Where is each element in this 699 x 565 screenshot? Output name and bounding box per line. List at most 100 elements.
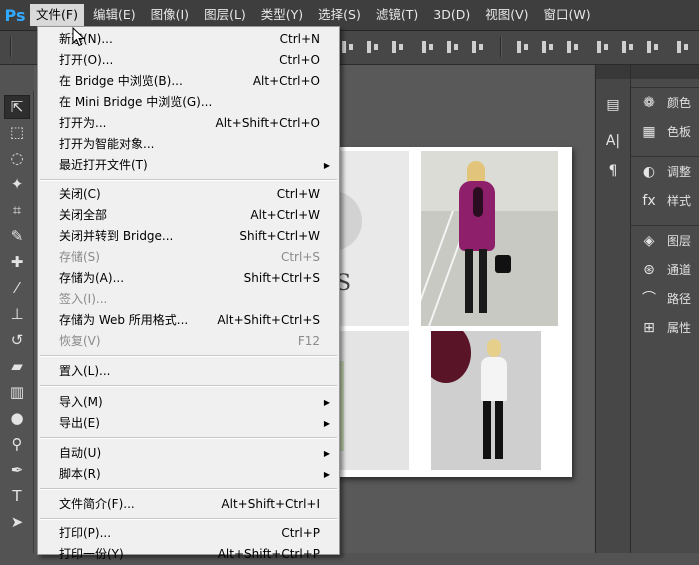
menu-item-label: 恢复(V) xyxy=(59,334,101,348)
menu-item-place[interactable]: 置入(L)... xyxy=(38,361,339,382)
menu-item-shortcut: Ctrl+N xyxy=(279,32,320,46)
menu-item-automate[interactable]: 自动(U) ▶ xyxy=(38,443,339,464)
menu-image[interactable]: 图像(I) xyxy=(145,4,195,26)
menu-item-import[interactable]: 导入(M) ▶ xyxy=(38,392,339,413)
menu-item-shortcut: Alt+Ctrl+W xyxy=(250,208,320,222)
menu-item-shortcut: Alt+Shift+Ctrl+S xyxy=(217,313,320,327)
menu-item-open-as[interactable]: 打开为... Alt+Shift+Ctrl+O xyxy=(38,113,339,134)
eraser-tool-icon[interactable]: ▰ xyxy=(5,355,29,377)
menu-separator xyxy=(40,355,337,357)
history-panel-icon[interactable]: ▤ xyxy=(603,95,623,115)
menu-item-label: 关闭(C) xyxy=(59,187,101,201)
menu-item-save-for-web[interactable]: 存储为 Web 所用格式... Alt+Shift+Ctrl+S xyxy=(38,310,339,331)
panel-color[interactable]: ❁ 颜色 xyxy=(631,88,699,117)
submenu-arrow-icon: ▶ xyxy=(323,161,330,170)
menu-separator xyxy=(40,179,337,181)
pen-tool-icon[interactable]: ✒ xyxy=(5,459,29,481)
distribute-bottom-icon[interactable] xyxy=(565,38,581,56)
type-tool-icon[interactable]: T xyxy=(5,485,29,507)
align-top-icon[interactable] xyxy=(340,38,356,56)
menu-item-shortcut: F12 xyxy=(297,334,320,348)
menu-select[interactable]: 选择(S) xyxy=(312,4,367,26)
move-tool-icon[interactable]: ⇱ xyxy=(4,95,30,119)
panel-styles[interactable]: fx 样式 xyxy=(631,186,699,215)
panel-layers[interactable]: ◈ 图层 xyxy=(631,226,699,255)
menu-3d[interactable]: 3D(D) xyxy=(427,4,476,26)
panel-swatches[interactable]: ▦ 色板 xyxy=(631,117,699,146)
menu-item-close-go-bridge[interactable]: 关闭并转到 Bridge... Shift+Ctrl+W xyxy=(38,226,339,247)
panel-styles-label: 样式 xyxy=(667,194,692,208)
menu-item-shortcut: Alt+Shift+Ctrl+O xyxy=(215,116,320,130)
paragraph-panel-icon[interactable]: ¶ xyxy=(603,161,623,181)
photo-top-right xyxy=(421,151,558,326)
document-canvas[interactable]: S xyxy=(322,147,572,477)
menu-item-revert: 恢复(V) F12 xyxy=(38,331,339,352)
menu-view[interactable]: 视图(V) xyxy=(479,4,534,26)
menu-item-scripts[interactable]: 脚本(R) ▶ xyxy=(38,464,339,485)
blur-tool-icon[interactable]: ● xyxy=(5,407,29,429)
options-grip-icon xyxy=(10,37,12,57)
menu-item-shortcut: Shift+Ctrl+W xyxy=(239,229,320,243)
channels-icon: ⊛ xyxy=(643,261,655,278)
menu-layer[interactable]: 图层(L) xyxy=(198,4,252,26)
crop-tool-icon[interactable]: ⌗ xyxy=(5,199,29,221)
distribute-top-icon[interactable] xyxy=(515,38,531,56)
menu-edit[interactable]: 编辑(E) xyxy=(87,4,142,26)
menu-item-print-one-copy[interactable]: 打印一份(Y) Alt+Shift+Ctrl+P xyxy=(38,544,339,565)
menu-item-close-all[interactable]: 关闭全部 Alt+Ctrl+W xyxy=(38,205,339,226)
menu-item-browse-mini-bridge[interactable]: 在 Mini Bridge 中浏览(G)... xyxy=(38,92,339,113)
menu-item-label: 打开为智能对象... xyxy=(59,137,155,151)
menu-file[interactable]: 文件(F) xyxy=(30,4,84,26)
properties-icon: ⊞ xyxy=(643,319,655,336)
menu-item-browse-bridge[interactable]: 在 Bridge 中浏览(B)... Alt+Ctrl+O xyxy=(38,71,339,92)
auto-align-icon[interactable] xyxy=(675,38,691,56)
menu-item-print[interactable]: 打印(P)... Ctrl+P xyxy=(38,523,339,544)
panel-adjustments[interactable]: ◐ 调整 xyxy=(631,157,699,186)
clone-stamp-tool-icon[interactable]: ⊥ xyxy=(5,303,29,325)
menu-item-shortcut: Ctrl+P xyxy=(281,526,320,540)
healing-brush-tool-icon[interactable]: ✚ xyxy=(5,251,29,273)
align-right-icon[interactable] xyxy=(470,38,486,56)
path-selection-tool-icon[interactable]: ➤ xyxy=(5,511,29,533)
panel-properties[interactable]: ⊞ 属性 xyxy=(631,313,699,342)
align-bottom-icon[interactable] xyxy=(390,38,406,56)
history-brush-tool-icon[interactable]: ↺ xyxy=(5,329,29,351)
lasso-tool-icon[interactable]: ◌ xyxy=(5,147,29,169)
magic-wand-tool-icon[interactable]: ✦ xyxy=(5,173,29,195)
submenu-arrow-icon: ▶ xyxy=(323,419,330,428)
panel-paths[interactable]: ⌒ 路径 xyxy=(631,284,699,313)
menu-item-label: 关闭并转到 Bridge... xyxy=(59,229,174,243)
menu-item-open-smart-object[interactable]: 打开为智能对象... xyxy=(38,134,339,155)
marquee-tool-icon[interactable]: ⬚ xyxy=(5,121,29,143)
menu-item-label: 导入(M) xyxy=(59,395,103,409)
eyedropper-tool-icon[interactable]: ✎ xyxy=(5,225,29,247)
align-left-icon[interactable] xyxy=(420,38,436,56)
submenu-arrow-icon: ▶ xyxy=(323,449,330,458)
menu-item-close[interactable]: 关闭(C) Ctrl+W xyxy=(38,184,339,205)
panel-swatches-label: 色板 xyxy=(667,125,692,139)
panel-channels[interactable]: ⊛ 通道 xyxy=(631,255,699,284)
dodge-tool-icon[interactable]: ⚲ xyxy=(5,433,29,455)
palette-icon: ❁ xyxy=(643,94,655,111)
distribute-left-icon[interactable] xyxy=(595,38,611,56)
menu-filter[interactable]: 滤镜(T) xyxy=(370,4,424,26)
swatches-icon: ▦ xyxy=(642,123,656,140)
gradient-tool-icon[interactable]: ▥ xyxy=(5,381,29,403)
align-vcenter-icon[interactable] xyxy=(365,38,381,56)
distribute-hcenter-icon[interactable] xyxy=(620,38,636,56)
align-hcenter-icon[interactable] xyxy=(445,38,461,56)
brush-tool-icon[interactable]: ⁄ xyxy=(5,277,29,299)
file-menu-dropdown: 新建(N)... Ctrl+N 打开(O)... Ctrl+O 在 Bridge… xyxy=(37,26,340,561)
menu-item-save-as[interactable]: 存储为(A)... Shift+Ctrl+S xyxy=(38,268,339,289)
menu-type[interactable]: 类型(Y) xyxy=(255,4,309,26)
menu-item-file-info[interactable]: 文件简介(F)... Alt+Shift+Ctrl+I xyxy=(38,494,339,515)
distribute-vcenter-icon[interactable] xyxy=(540,38,556,56)
menu-window[interactable]: 窗口(W) xyxy=(538,4,597,26)
menu-item-open[interactable]: 打开(O)... Ctrl+O xyxy=(38,50,339,71)
menu-item-export[interactable]: 导出(E) ▶ xyxy=(38,413,339,434)
menu-item-label: 打印(P)... xyxy=(59,526,112,540)
menu-item-recent-files[interactable]: 最近打开文件(T) ▶ xyxy=(38,155,339,176)
distribute-right-icon[interactable] xyxy=(645,38,661,56)
panel-group-adjust: ◐ 调整 fx 样式 xyxy=(631,156,699,215)
character-panel-icon[interactable]: A| xyxy=(603,131,623,151)
